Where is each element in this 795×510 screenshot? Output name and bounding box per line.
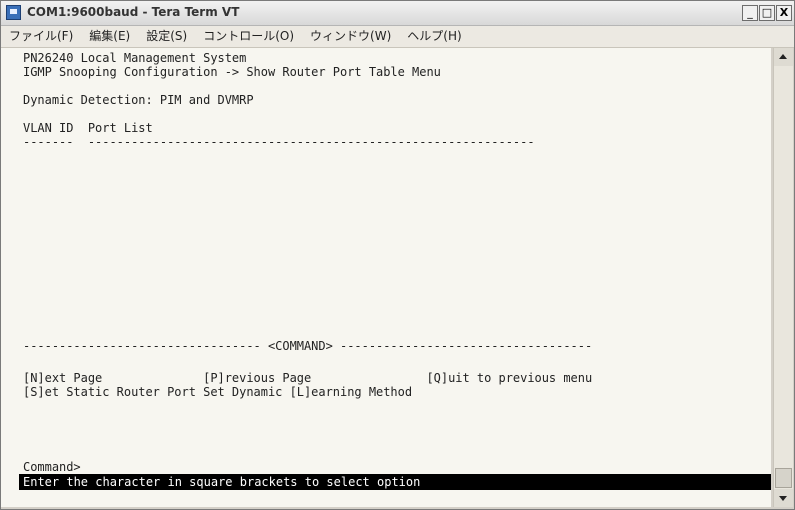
menu-bar: ファイル(F) 編集(E) 設定(S) コントロール(O) ウィンドウ(W) ヘ… <box>1 26 794 48</box>
window-controls: _ □ X <box>741 5 792 21</box>
menu-help[interactable]: ヘルプ(H) <box>399 26 469 47</box>
tera-term-window: COM1:9600baud - Tera Term VT _ □ X ファイル(… <box>0 0 795 510</box>
terminal-line: IGMP Snooping Configuration -> Show Rout… <box>23 65 441 79</box>
menu-control[interactable]: コントロール(O) <box>195 26 302 47</box>
command-prompt[interactable]: Command> <box>23 460 81 474</box>
terminal-margin <box>1 48 19 507</box>
scroll-up-arrow-icon[interactable] <box>774 48 793 66</box>
command-divider: --------------------------------- <COMMA… <box>23 339 593 353</box>
menu-file[interactable]: ファイル(F) <box>1 26 81 47</box>
scroll-down-arrow-icon[interactable] <box>774 489 793 507</box>
maximize-button[interactable]: □ <box>759 5 775 21</box>
status-message: Enter the character in square brackets t… <box>23 475 421 489</box>
terminal-line: Dynamic Detection: PIM and DVMRP <box>23 93 254 107</box>
vertical-scrollbar[interactable] <box>773 48 793 507</box>
tera-term-app-icon <box>6 5 21 20</box>
command-options-row-1: [N]ext Page [P]revious Page [Q]uit to pr… <box>23 371 593 385</box>
window-title: COM1:9600baud - Tera Term VT <box>27 5 240 19</box>
terminal-line: PN26240 Local Management System <box>23 51 247 65</box>
terminal-screen[interactable]: PN26240 Local Management System IGMP Sno… <box>19 48 771 507</box>
title-bar[interactable]: COM1:9600baud - Tera Term VT _ □ X <box>1 1 794 26</box>
terminal-line: VLAN ID Port List <box>23 121 153 135</box>
status-bar: Enter the character in square brackets t… <box>19 474 771 490</box>
terminal-line: ------- --------------------------------… <box>23 135 535 149</box>
menu-edit[interactable]: 編集(E) <box>81 26 138 47</box>
command-options-row-2: [S]et Static Router Port Set Dynamic [L]… <box>23 385 413 399</box>
menu-setup[interactable]: 設定(S) <box>138 26 195 47</box>
scrollbar-thumb[interactable] <box>775 468 792 488</box>
menu-window[interactable]: ウィンドウ(W) <box>302 26 399 47</box>
minimize-button[interactable]: _ <box>742 5 758 21</box>
close-button[interactable]: X <box>776 5 792 21</box>
